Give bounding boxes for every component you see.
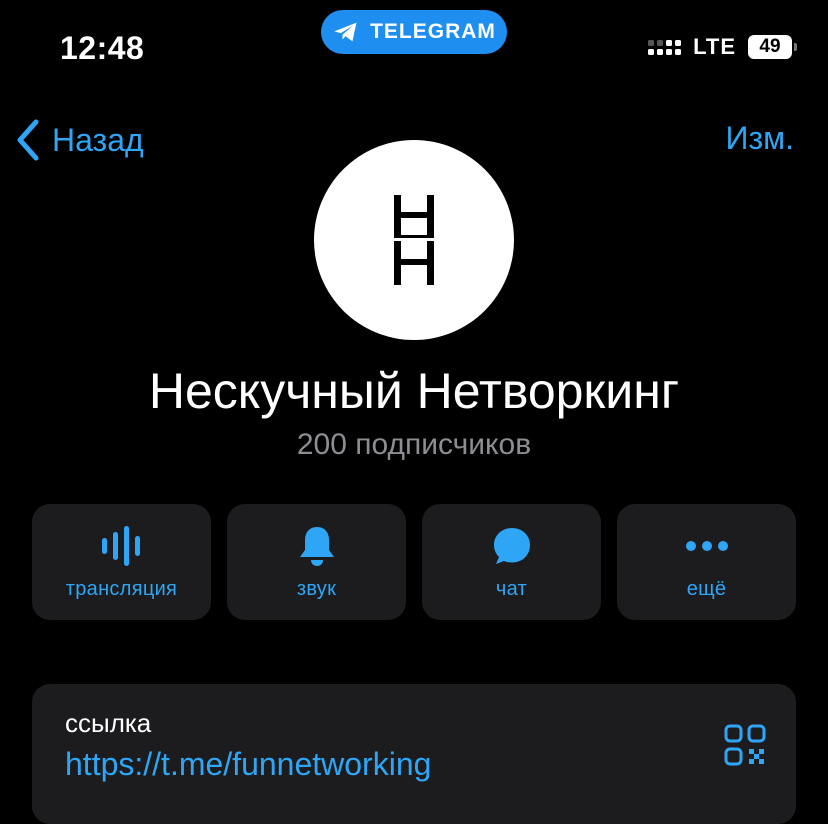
chat-label: чат [495,577,528,600]
network-type: LTE [693,34,736,59]
edit-button[interactable]: Изм. [725,120,794,157]
chat-bubble-icon [492,524,532,568]
app-indicator-pill[interactable]: TELEGRAM [321,10,507,54]
chevron-left-icon [17,119,39,161]
sound-button[interactable]: звук [227,504,406,620]
channel-title: Нескучный Нетворкинг [148,363,680,419]
back-button[interactable]: Назад [14,118,144,162]
status-time: 12:48 [60,30,145,66]
bell-icon [297,524,337,568]
link-card[interactable]: ссылка https://t.me/funnetworking [32,684,796,824]
sound-label: звук [296,577,337,600]
channel-avatar[interactable] [314,140,514,340]
back-button-label: Назад [52,121,144,158]
more-button[interactable]: ещё [617,504,796,620]
more-label: ещё [686,577,727,600]
battery-level: 49 [759,36,781,57]
app-indicator-label: TELEGRAM [370,20,496,43]
more-dots-icon [685,524,729,568]
channel-link[interactable]: https://t.me/funnetworking [65,746,431,783]
live-stream-icon [100,524,144,568]
battery-icon: 49 [748,35,797,59]
action-bar: трансляция звук чат ещё [32,504,796,620]
status-indicators: LTE 49 [648,34,797,60]
subscriber-count: 200 подписчиков [296,428,532,461]
live-stream-label: трансляция [65,577,178,600]
link-caption: ссылка [65,708,152,738]
status-bar: 12:48 TELEGRAM LTE 49 [0,0,828,100]
telegram-plane-icon [334,22,357,42]
hh-logo-icon [394,195,434,285]
qr-code-icon[interactable] [724,724,766,766]
live-stream-button[interactable]: трансляция [32,504,211,620]
chat-button[interactable]: чат [422,504,601,620]
signal-strength-icon [648,39,682,55]
